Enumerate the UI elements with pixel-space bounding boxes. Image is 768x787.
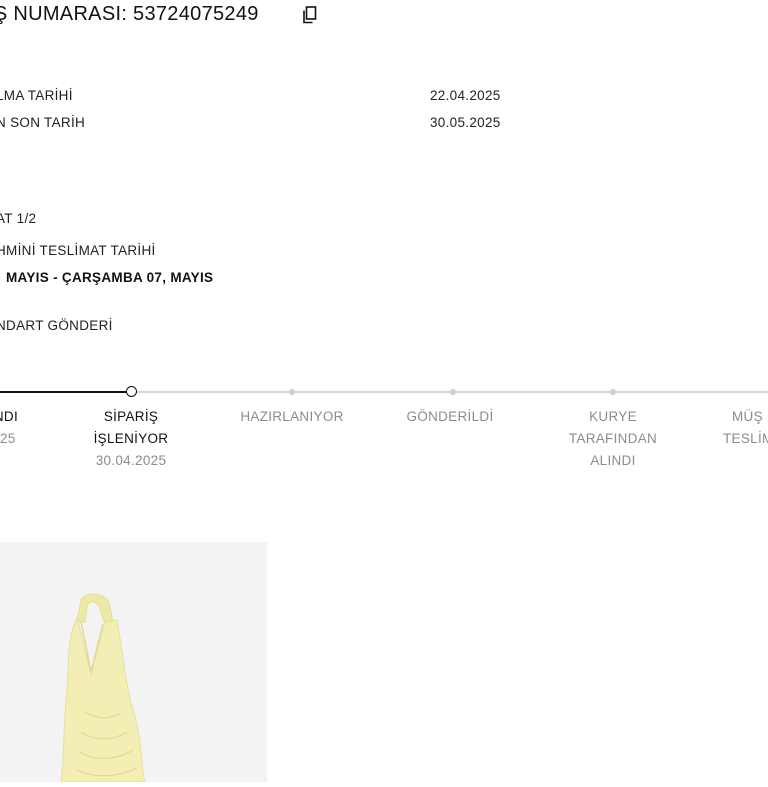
step-courier-label-1: KURYE: [589, 409, 637, 424]
step-dot-shipped: [450, 389, 456, 395]
step-received-date: 2025: [0, 431, 16, 446]
product-image[interactable]: [0, 542, 267, 783]
step-courier: KURYE TARAFINDAN ALINDI: [548, 406, 678, 472]
return-deadline-label: N SON TARİH: [0, 115, 86, 130]
purchase-date-value: 22.04.2025: [430, 88, 501, 103]
step-received: LINDI 2025: [0, 406, 50, 450]
step-processing-label-1: SİPARİŞ: [103, 409, 159, 424]
step-preparing: HAZIRLANIYOR: [222, 406, 362, 428]
estimated-delivery-value: MAYIS - ÇARŞAMBA 07, MAYIS: [6, 270, 214, 285]
step-shipped-label: GÖNDERİLDİ: [406, 409, 494, 424]
purchase-date-label: LMA TARİHİ: [0, 88, 73, 103]
step-received-label: LINDI: [0, 409, 18, 424]
step-shipped: GÖNDERİLDİ: [385, 406, 515, 428]
progress-line-completed: [0, 391, 128, 393]
order-number-title: İŞ NUMARASI: 53724075249: [0, 3, 259, 25]
estimated-delivery-label: HMİNİ TESLİMAT TARİHİ: [0, 243, 156, 258]
copy-icon[interactable]: [302, 6, 318, 24]
step-preparing-label: HAZIRLANIYOR: [240, 409, 344, 424]
shipping-method: NDART GÖNDERİ: [0, 318, 113, 333]
step-delivered: MÜŞ TESLİM: [718, 406, 768, 450]
step-delivered-label-1: MÜŞ: [732, 409, 763, 424]
step-dot-courier: [610, 389, 616, 395]
current-step-marker: [126, 386, 137, 397]
step-dot-preparing: [289, 389, 295, 395]
return-deadline-value: 30.05.2025: [430, 115, 501, 130]
step-processing-date: 30.04.2025: [95, 453, 167, 468]
step-courier-label-2: TARAFINDAN: [568, 431, 658, 446]
step-processing: SİPARİŞ İŞLENİYOR 30.04.2025: [76, 406, 186, 472]
package-count: AT 1/2: [0, 211, 37, 226]
step-courier-label-3: ALINDI: [590, 453, 636, 468]
step-processing-label-2: İŞLENİYOR: [93, 431, 169, 446]
step-delivered-label-2: TESLİM: [723, 431, 768, 446]
